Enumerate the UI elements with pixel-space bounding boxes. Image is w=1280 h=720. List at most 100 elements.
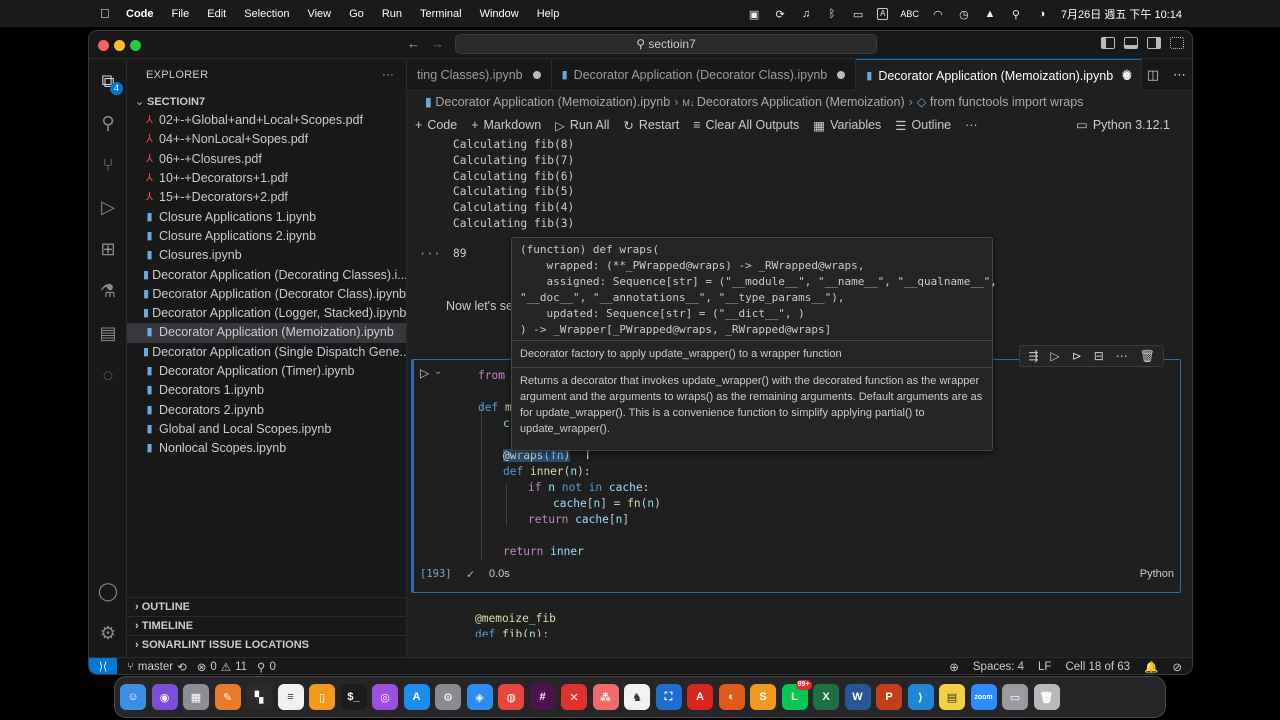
variables-button[interactable]: ▦ Variables: [813, 118, 881, 133]
tab-decorating-classes[interactable]: ting Classes).ipynb: [407, 59, 552, 91]
run-debug-icon[interactable]: ▷: [96, 195, 120, 219]
siri-app-icon[interactable]: ◉: [151, 684, 178, 710]
sublime-app-icon[interactable]: S: [750, 684, 776, 710]
sonarlint-section[interactable]: › SONARLINT ISSUE LOCATIONS: [127, 635, 407, 654]
run-by-line-icon[interactable]: ⇶: [1028, 349, 1038, 363]
spotlight-icon[interactable]: ⚲: [1009, 8, 1023, 21]
command-center[interactable]: ⚲ sectioin7: [455, 34, 877, 54]
restart-button[interactable]: ↻ Restart: [623, 118, 679, 133]
add-code-button[interactable]: + Code: [415, 118, 457, 132]
timeline-section[interactable]: › TIMELINE: [127, 616, 407, 635]
books-app-icon[interactable]: ▯: [309, 684, 335, 710]
customize-layout-icon[interactable]: [1170, 37, 1184, 49]
indentation-status[interactable]: Spaces: 4: [973, 661, 1024, 673]
xmind-app-icon[interactable]: ✕: [561, 684, 587, 710]
testing-icon[interactable]: ⚗: [96, 279, 120, 303]
time-machine-icon[interactable]: ◷: [957, 8, 971, 21]
extensions-icon[interactable]: ⊞: [96, 237, 120, 261]
app-store-app-icon[interactable]: A: [403, 684, 430, 710]
gear-icon[interactable]: ⚙: [1121, 67, 1133, 83]
more-actions-icon[interactable]: ⋯: [1173, 67, 1186, 83]
file-item[interactable]: ⅄ 10+-+Decorators+1.pdf: [127, 169, 406, 188]
minimize-window-button[interactable]: [114, 40, 125, 51]
mosaic-app-icon[interactable]: ▚: [246, 684, 272, 710]
file-item[interactable]: ▮ Closures.ipynb: [127, 246, 406, 265]
file-item[interactable]: ▮ Decorator Application (Decorating Class…: [127, 265, 406, 284]
zoom-icon[interactable]: ⊕: [949, 660, 959, 674]
file-item[interactable]: ▮ Decorator Application (Memoization).ipy…: [127, 323, 406, 343]
cell-position-status[interactable]: Cell 18 of 63: [1065, 661, 1130, 673]
battery-icon[interactable]: ▭: [851, 8, 865, 21]
execute-below-icon[interactable]: ⊳: [1072, 349, 1082, 363]
omnifocus-app-icon[interactable]: ◐: [718, 684, 745, 710]
menu-go[interactable]: Go: [349, 8, 364, 20]
menu-edit[interactable]: Edit: [207, 8, 226, 20]
next-code-cell[interactable]: @memoize_fib def fib(n): print ('Calcula…: [453, 605, 1179, 637]
menu-run[interactable]: Run: [382, 8, 402, 20]
branch-status[interactable]: ⑂ master ⟲: [127, 660, 187, 674]
split-cell-icon[interactable]: ⊟: [1094, 349, 1104, 363]
unsaved-dot-icon[interactable]: [532, 71, 541, 79]
execute-above-icon[interactable]: ▷: [1050, 349, 1059, 363]
run-all-button[interactable]: ▷ Run All: [555, 118, 609, 133]
terminal-app-icon[interactable]: $_: [340, 684, 367, 710]
outline-section[interactable]: › OUTLINE: [127, 597, 407, 616]
file-item[interactable]: ▮ Global and Local Scopes.ipynb: [127, 420, 406, 439]
word-app-icon[interactable]: W: [844, 684, 871, 710]
zoom-window-button[interactable]: [130, 40, 141, 51]
docker-icon[interactable]: ▤: [96, 321, 120, 345]
menu-file[interactable]: File: [172, 8, 190, 20]
vscode-app-icon[interactable]: ⟩: [907, 684, 934, 710]
wifi-icon[interactable]: ◠: [931, 8, 945, 21]
sync-icon[interactable]: ⟳: [773, 8, 787, 21]
pencil-app-icon[interactable]: ✎: [214, 684, 241, 710]
file-item[interactable]: ▮ Decorator Application (Timer).ipynb: [127, 362, 406, 381]
file-item[interactable]: ▮ Decorator Application (Logger, Stacked)…: [127, 304, 406, 323]
powerpoint-app-icon[interactable]: P: [876, 684, 902, 710]
split-editor-icon[interactable]: ◫: [1147, 67, 1159, 83]
copilot-icon[interactable]: ⊘: [1172, 660, 1182, 674]
breadcrumb-cell[interactable]: from functools import wraps: [930, 95, 1084, 109]
menu-app[interactable]: Code: [126, 8, 154, 20]
add-markdown-button[interactable]: + Markdown: [471, 118, 541, 132]
outline-button[interactable]: ☰ Outline: [895, 118, 951, 133]
manage-gear-icon[interactable]: ⚙: [96, 621, 120, 645]
menu-clock[interactable]: 7月26日 週五 下午 10:14: [1061, 6, 1182, 22]
file-item[interactable]: ⅄ 15+-+Decorators+2.pdf: [127, 188, 406, 207]
file-item[interactable]: ▮ Nonlocal Scopes.ipynb: [127, 439, 406, 458]
file-item[interactable]: ▮ Decorators 1.ipynb: [127, 381, 406, 400]
file-item[interactable]: ⅄ 04+-+NonLocal+Sopes.pdf: [127, 130, 406, 149]
toggle-panel-icon[interactable]: [1124, 37, 1138, 49]
bluetooth-icon[interactable]: ᛒ: [825, 8, 839, 20]
tab-memoization[interactable]: ▮ Decorator Application (Memoization).ipy…: [856, 59, 1143, 91]
explorer-more-icon[interactable]: ···: [382, 59, 394, 91]
run-cell-icon[interactable]: ▷: [420, 366, 429, 380]
chevron-down-icon[interactable]: ⌄: [434, 366, 442, 377]
line-app-icon[interactable]: L 99+: [781, 680, 812, 710]
chrome-app-icon[interactable]: ◍: [498, 684, 524, 710]
search-icon[interactable]: ⚲: [96, 111, 120, 135]
toggle-secondary-sidebar-icon[interactable]: [1147, 37, 1161, 49]
file-item[interactable]: ▮ Decorator Application (Single Dispatch …: [127, 343, 406, 362]
zoom-app-icon[interactable]: zoom: [970, 684, 997, 710]
vpn-app-icon[interactable]: ⛶: [655, 684, 682, 710]
podcasts-app-icon[interactable]: ◎: [372, 684, 398, 710]
close-window-button[interactable]: [98, 40, 109, 51]
control-center-icon[interactable]: ◑: [1035, 8, 1049, 20]
input-source-icon[interactable]: A: [877, 7, 889, 20]
file-item[interactable]: ▮ Decorator Application (Decorator Class)…: [127, 285, 406, 304]
file-item[interactable]: ⅄ 02+-+Global+and+Local+Scopes.pdf: [127, 111, 406, 130]
workspace-folder[interactable]: ⌄ SECTIOIN7: [127, 93, 406, 111]
input-source-label[interactable]: ABC: [900, 9, 919, 19]
menu-selection[interactable]: Selection: [244, 8, 289, 20]
eol-status[interactable]: LF: [1038, 661, 1051, 673]
menu-window[interactable]: Window: [480, 8, 519, 20]
source-control-icon[interactable]: ⑂: [96, 153, 120, 177]
remote-icon[interactable]: ⟩⟨: [89, 657, 117, 674]
documents-app-icon[interactable]: ▭: [1002, 684, 1028, 710]
file-item[interactable]: ▮ Decorators 2.ipynb: [127, 400, 406, 419]
apple-icon[interactable]: : [100, 6, 114, 21]
file-item[interactable]: ▮ Closure Applications 1.ipynb: [127, 207, 406, 226]
account-icon[interactable]: ◯: [96, 579, 120, 603]
upload-icon[interactable]: ▲: [983, 8, 997, 20]
